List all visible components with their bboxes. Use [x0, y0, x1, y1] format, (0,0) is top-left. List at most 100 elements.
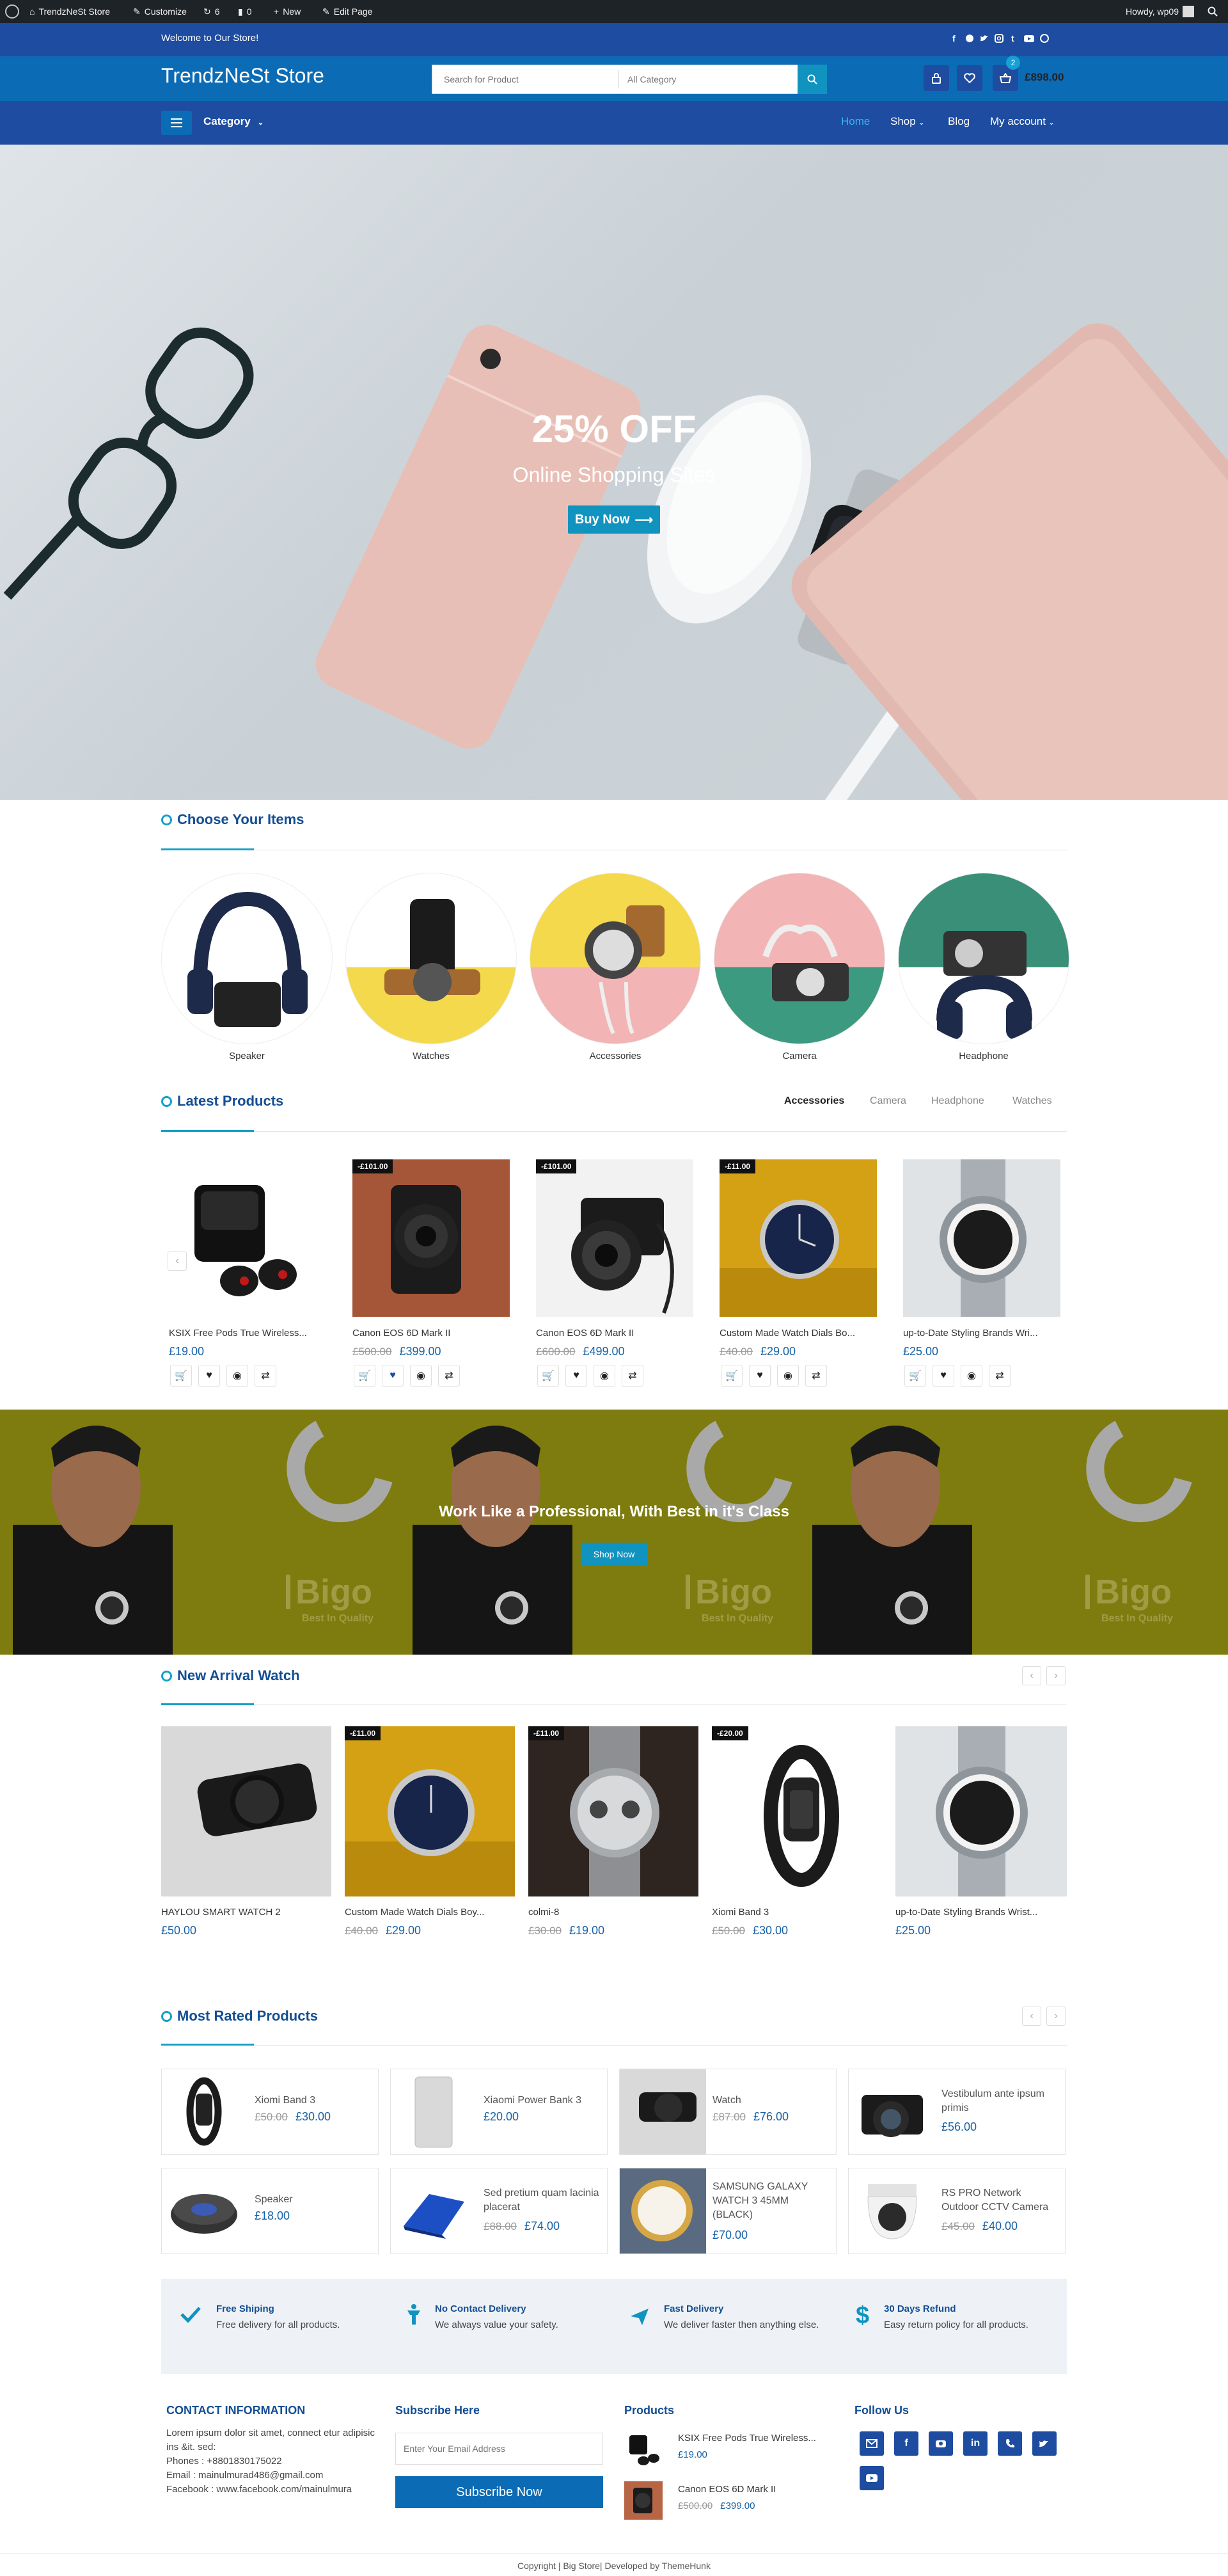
category-speaker[interactable]: [161, 873, 333, 1044]
category-watches[interactable]: [345, 873, 517, 1044]
product-name[interactable]: up-to-Date Styling Brands Wrist...: [895, 1907, 1066, 1918]
heart-icon[interactable]: ♥: [382, 1365, 404, 1387]
category-menu-button[interactable]: [161, 111, 192, 135]
admin-site-link[interactable]: ⌂ TrendzNeSt Store: [29, 0, 110, 23]
product-image-0[interactable]: [169, 1159, 326, 1317]
footer-product-thumb[interactable]: [624, 2430, 663, 2469]
email-icon[interactable]: [860, 2431, 884, 2456]
product-image-1[interactable]: [352, 1159, 510, 1317]
heart-icon[interactable]: ♥: [933, 1365, 954, 1387]
eye-icon[interactable]: ◉: [226, 1365, 248, 1387]
rated-item[interactable]: Xiaomi Power Bank 3 £20.00: [390, 2069, 608, 2155]
admin-comments-link[interactable]: ▮ 0: [238, 0, 252, 23]
arrival-prev-button[interactable]: ‹: [1022, 1666, 1041, 1685]
heart-icon[interactable]: ♥: [749, 1365, 771, 1387]
arrival-image-0[interactable]: [161, 1726, 331, 1896]
product-name[interactable]: Custom Made Watch Dials Boy...: [345, 1907, 515, 1918]
product-name[interactable]: KSIX Free Pods True Wireless...: [169, 1328, 326, 1339]
eye-icon[interactable]: ◉: [410, 1365, 432, 1387]
product-name[interactable]: Canon EOS 6D Mark II: [536, 1328, 693, 1339]
heart-icon[interactable]: ♥: [198, 1365, 220, 1387]
product-image-3[interactable]: [720, 1159, 877, 1317]
rated-item[interactable]: Watch £87.00 £76.00: [619, 2069, 837, 2155]
flickr-icon[interactable]: [929, 2431, 953, 2456]
admin-new-link[interactable]: + New: [274, 0, 301, 23]
category-select[interactable]: All Category: [618, 70, 797, 88]
tab-headphone[interactable]: Headphone: [931, 1095, 984, 1107]
tab-accessories[interactable]: Accessories: [784, 1095, 844, 1107]
category-accessories-label[interactable]: Accessories: [530, 1051, 701, 1061]
youtube-icon[interactable]: [860, 2466, 884, 2490]
product-name[interactable]: Xiomi Band 3: [712, 1907, 882, 1918]
product-image-4[interactable]: [903, 1159, 1060, 1317]
instagram-icon[interactable]: [995, 33, 1004, 44]
cart-total[interactable]: £898.00: [1025, 71, 1064, 84]
compare-icon[interactable]: ⇄: [438, 1365, 460, 1387]
nav-shop[interactable]: Shop ⌄: [890, 115, 925, 128]
phone-icon[interactable]: [998, 2431, 1022, 2456]
youtube-icon[interactable]: [1024, 33, 1034, 44]
add-to-cart-icon[interactable]: 🛒: [354, 1365, 375, 1387]
category-headphone[interactable]: [898, 873, 1069, 1044]
arrival-image-1[interactable]: [345, 1726, 515, 1896]
category-menu-label[interactable]: Category ⌄: [203, 115, 264, 128]
pinterest-icon[interactable]: [965, 33, 974, 44]
rated-next-button[interactable]: ›: [1046, 2007, 1066, 2026]
product-name[interactable]: Canon EOS 6D Mark II: [352, 1328, 510, 1339]
footer-product-thumb[interactable]: [624, 2481, 663, 2520]
facebook-icon[interactable]: f: [894, 2431, 918, 2456]
category-camera-label[interactable]: Camera: [714, 1051, 885, 1061]
footer-contact-line[interactable]: Facebook : www.facebook.com/mainulmura: [166, 2483, 377, 2497]
footer-product-name[interactable]: KSIX Free Pods True Wireless...: [678, 2433, 825, 2444]
compare-icon[interactable]: ⇄: [805, 1365, 827, 1387]
linkedin-icon[interactable]: in: [963, 2431, 988, 2456]
product-name[interactable]: HAYLOU SMART WATCH 2: [161, 1907, 331, 1918]
add-to-cart-icon[interactable]: 🛒: [537, 1365, 559, 1387]
admin-search-icon[interactable]: [1208, 0, 1218, 23]
admin-account-link[interactable]: Howdy, wp09: [1126, 0, 1195, 23]
wordpress-logo-icon[interactable]: [5, 0, 19, 23]
arrival-image-2[interactable]: [528, 1726, 698, 1896]
add-to-cart-icon[interactable]: 🛒: [904, 1365, 926, 1387]
rated-item[interactable]: Vestibulum ante ipsum primis £56.00: [848, 2069, 1066, 2155]
rated-item[interactable]: Speaker £18.00: [161, 2168, 379, 2254]
footer-contact-line[interactable]: Email : mainulmurad486@gmail.com: [166, 2469, 377, 2483]
admin-customize-link[interactable]: ✎ Customize: [133, 0, 187, 23]
rated-item[interactable]: Sed pretium quam lacinia placerat £88.00…: [390, 2168, 608, 2254]
account-button[interactable]: [924, 65, 949, 91]
skype-icon[interactable]: [1040, 33, 1049, 44]
buy-now-button[interactable]: Buy Now ⟶: [568, 505, 660, 534]
category-camera[interactable]: [714, 873, 885, 1044]
nav-home[interactable]: Home: [841, 115, 870, 128]
carousel-prev-button[interactable]: ‹: [168, 1252, 187, 1271]
admin-edit-link[interactable]: ✎ Edit Page: [322, 0, 372, 23]
twitter-icon[interactable]: [1032, 2431, 1057, 2456]
footer-product-name[interactable]: Canon EOS 6D Mark II: [678, 2484, 825, 2495]
compare-icon[interactable]: ⇄: [989, 1365, 1011, 1387]
twitter-icon[interactable]: [980, 33, 989, 44]
category-speaker-label[interactable]: Speaker: [161, 1051, 333, 1061]
heart-icon[interactable]: ♥: [565, 1365, 587, 1387]
arrival-image-4[interactable]: [895, 1726, 1067, 1896]
compare-icon[interactable]: ⇄: [255, 1365, 276, 1387]
rated-item[interactable]: Xiomi Band 3 £50.00 £30.00: [161, 2069, 379, 2155]
wishlist-button[interactable]: [957, 65, 982, 91]
site-logo[interactable]: TrendzNeSt Store: [161, 64, 324, 88]
category-accessories[interactable]: [530, 873, 701, 1044]
search-input[interactable]: [432, 65, 615, 93]
admin-updates-link[interactable]: ↻ 6: [203, 0, 220, 23]
category-headphone-label[interactable]: Headphone: [898, 1051, 1069, 1061]
category-watches-label[interactable]: Watches: [345, 1051, 517, 1061]
tumblr-icon[interactable]: t: [1009, 33, 1018, 44]
arrival-image-3[interactable]: [712, 1726, 882, 1896]
rated-prev-button[interactable]: ‹: [1022, 2007, 1041, 2026]
nav-my-account[interactable]: My account ⌄: [990, 115, 1055, 128]
subscribe-button[interactable]: Subscribe Now: [395, 2476, 603, 2508]
subscribe-email-input[interactable]: [395, 2433, 603, 2465]
add-to-cart-icon[interactable]: 🛒: [721, 1365, 743, 1387]
eye-icon[interactable]: ◉: [961, 1365, 982, 1387]
rated-item[interactable]: RS PRO Network Outdoor CCTV Camera £45.0…: [848, 2168, 1066, 2254]
tab-watches[interactable]: Watches: [1012, 1095, 1052, 1107]
tab-camera[interactable]: Camera: [870, 1095, 906, 1107]
search-button[interactable]: [798, 65, 827, 94]
